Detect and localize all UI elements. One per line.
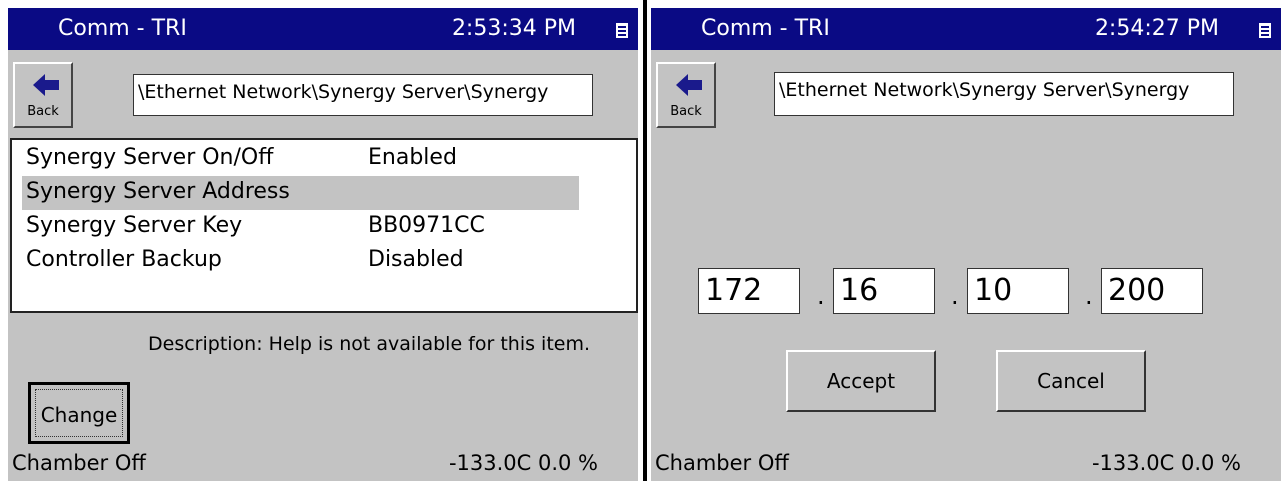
window-title: Comm - TRI bbox=[701, 16, 830, 41]
path-display: \Ethernet Network\Synergy Server\Synergy bbox=[774, 72, 1234, 116]
ip-octet-1-input[interactable]: 172 bbox=[698, 268, 800, 314]
temperature-humidity: -133.0C 0.0 % bbox=[1091, 451, 1241, 475]
item-label: Synergy Server On/Off bbox=[26, 145, 274, 170]
list-item-server-key[interactable]: Synergy Server Key BB0971CC bbox=[22, 210, 579, 244]
left-arrow-icon bbox=[33, 74, 59, 96]
ip-octet-2-input[interactable]: 16 bbox=[833, 268, 935, 314]
settings-list: Synergy Server On/Off Enabled Synergy Se… bbox=[10, 138, 638, 313]
keyboard-icon[interactable] bbox=[1257, 23, 1271, 38]
back-button[interactable]: Back bbox=[13, 62, 73, 128]
ip-separator: . bbox=[817, 282, 825, 310]
item-label: Synergy Server Key bbox=[26, 213, 243, 238]
accept-button[interactable]: Accept bbox=[786, 350, 936, 412]
left-arrow-icon bbox=[676, 74, 702, 96]
list-item-server-onoff[interactable]: Synergy Server On/Off Enabled bbox=[22, 142, 579, 176]
list-item-server-address[interactable]: Synergy Server Address bbox=[22, 176, 579, 210]
back-button[interactable]: Back bbox=[656, 62, 716, 128]
left-screen: Comm - TRI 2:53:34 PM Back \Ethernet Net… bbox=[8, 8, 638, 481]
panel-divider bbox=[643, 0, 647, 481]
chamber-status: Chamber Off bbox=[12, 451, 146, 475]
item-value: Enabled bbox=[368, 145, 457, 170]
ip-octet-3-input[interactable]: 10 bbox=[967, 268, 1069, 314]
item-value: BB0971CC bbox=[368, 213, 485, 238]
title-bar: Comm - TRI 2:53:34 PM bbox=[8, 8, 638, 50]
window-title: Comm - TRI bbox=[58, 16, 187, 41]
list-item-controller-backup[interactable]: Controller Backup Disabled bbox=[22, 244, 579, 278]
change-label: Change bbox=[35, 389, 123, 437]
back-label: Back bbox=[27, 104, 59, 119]
ip-octet-4-input[interactable]: 200 bbox=[1101, 268, 1203, 314]
change-button[interactable]: Change bbox=[28, 382, 130, 444]
ip-separator: . bbox=[951, 282, 959, 310]
chamber-status: Chamber Off bbox=[655, 451, 789, 475]
temperature-humidity: -133.0C 0.0 % bbox=[448, 451, 598, 475]
right-screen: Comm - TRI 2:54:27 PM Back \Ethernet Net… bbox=[651, 8, 1281, 481]
title-bar: Comm - TRI 2:54:27 PM bbox=[651, 8, 1281, 50]
path-display: \Ethernet Network\Synergy Server\Synergy bbox=[133, 74, 593, 116]
description-text: Description: Help is not available for t… bbox=[148, 333, 591, 355]
clock: 2:53:34 PM bbox=[451, 16, 576, 41]
back-label: Back bbox=[670, 104, 702, 119]
item-label: Synergy Server Address bbox=[26, 179, 290, 204]
item-value: Disabled bbox=[368, 247, 464, 272]
keyboard-icon[interactable] bbox=[614, 23, 628, 38]
cancel-button[interactable]: Cancel bbox=[996, 350, 1146, 412]
item-label: Controller Backup bbox=[26, 247, 222, 272]
clock: 2:54:27 PM bbox=[1094, 16, 1219, 41]
ip-separator: . bbox=[1085, 282, 1093, 310]
